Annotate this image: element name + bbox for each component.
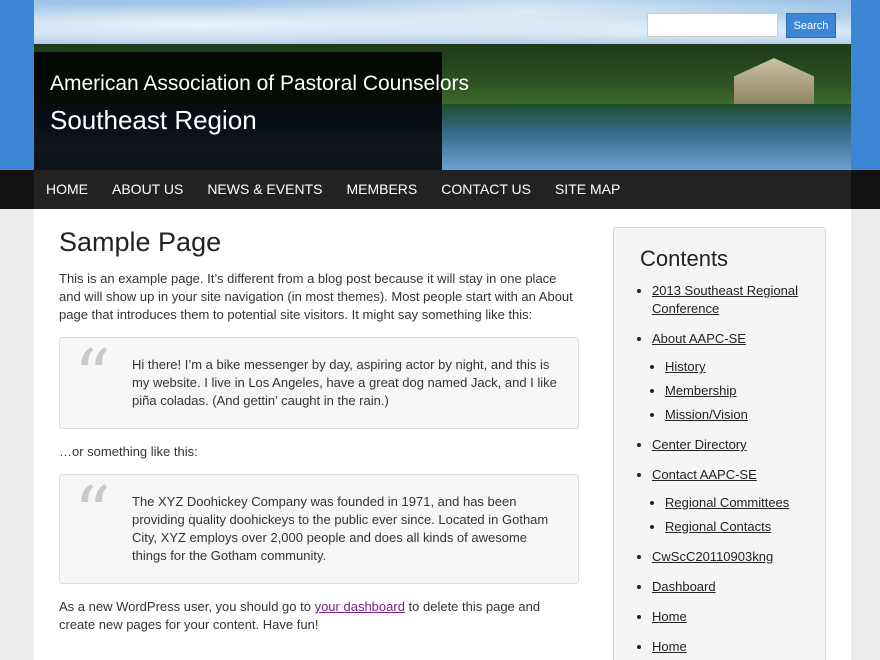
contents-sidebar: Contents 2013 Southeast Regional Confere… xyxy=(613,227,826,660)
sidebar-link[interactable]: 2013 Southeast Regional Conference xyxy=(652,283,798,316)
intro-paragraph: This is an example page. It’s different … xyxy=(59,271,573,322)
site-title[interactable]: American Association of Pastoral Counsel… xyxy=(50,72,469,96)
site-description: Southeast Region xyxy=(50,105,257,135)
list-item: Center Directory xyxy=(652,436,813,454)
nav-members[interactable]: MEMBERS xyxy=(334,170,429,209)
sidebar-link[interactable]: Contact AAPC-SE xyxy=(652,467,757,482)
list-item: Dashboard xyxy=(652,578,813,596)
quote-icon: “ xyxy=(74,334,111,418)
nav-about-us[interactable]: ABOUT US xyxy=(100,170,195,209)
sidebar-link[interactable]: Center Directory xyxy=(652,437,747,452)
contents-list: 2013 Southeast Regional Conference About… xyxy=(640,282,813,656)
list-item: Home xyxy=(652,638,813,656)
middle-paragraph: …or something like this: xyxy=(59,444,198,459)
main-area: Sample Page This is an example page. It’… xyxy=(34,209,851,660)
nav-site-map[interactable]: SITE MAP xyxy=(543,170,632,209)
nav-news-events[interactable]: NEWS & EVENTS xyxy=(195,170,334,209)
dashboard-link[interactable]: your dashboard xyxy=(315,599,405,614)
search-button[interactable]: Search xyxy=(786,13,836,38)
sidebar-title: Contents xyxy=(640,246,729,271)
nav-contact-us[interactable]: CONTACT US xyxy=(429,170,543,209)
search-input[interactable] xyxy=(647,13,778,37)
list-item: CwScC20110903kng xyxy=(652,548,813,566)
list-item: Contact AAPC-SE Regional Committees Regi… xyxy=(652,466,813,536)
sidebar-link[interactable]: Membership xyxy=(665,383,737,398)
sidebar-link[interactable]: About AAPC-SE xyxy=(652,331,746,346)
page-title: Sample Page xyxy=(59,227,222,257)
list-item: Regional Contacts xyxy=(665,518,813,536)
list-item: History xyxy=(665,358,813,376)
blockquote: “ Hi there! I’m a bike messenger by day,… xyxy=(59,337,579,429)
quote-text: The XYZ Doohickey Company was founded in… xyxy=(132,494,549,563)
list-item: About AAPC-SE History Membership Mission… xyxy=(652,330,813,424)
sidebar-link[interactable]: History xyxy=(665,359,705,374)
list-item: Home xyxy=(652,608,813,626)
quote-icon: “ xyxy=(74,471,111,555)
list-item: Regional Committees xyxy=(665,494,813,512)
sidebar-link[interactable]: Dashboard xyxy=(652,579,716,594)
list-item: Membership xyxy=(665,382,813,400)
sidebar-link[interactable]: Regional Contacts xyxy=(665,519,771,534)
quote-text: Hi there! I’m a bike messenger by day, a… xyxy=(132,357,557,408)
nav-home[interactable]: HOME xyxy=(34,170,100,209)
sidebar-link[interactable]: CwScC20110903kng xyxy=(652,549,773,564)
sub-list: Regional Committees Regional Contacts xyxy=(652,494,813,536)
page-content: Sample Page This is an example page. It’… xyxy=(59,227,579,634)
main-navigation: HOME ABOUT US NEWS & EVENTS MEMBERS CONT… xyxy=(0,170,880,209)
sub-list: History Membership Mission/Vision xyxy=(652,358,813,424)
outro-text: As a new WordPress user, you should go t… xyxy=(59,599,315,614)
sidebar-link[interactable]: Mission/Vision xyxy=(665,407,748,422)
header-lake-reflection xyxy=(442,104,851,170)
list-item: Mission/Vision xyxy=(665,406,813,424)
blockquote: “ The XYZ Doohickey Company was founded … xyxy=(59,474,579,584)
list-item: 2013 Southeast Regional Conference xyxy=(652,282,813,318)
sidebar-link[interactable]: Regional Committees xyxy=(665,495,789,510)
outro-paragraph: As a new WordPress user, you should go t… xyxy=(59,598,579,634)
sidebar-link[interactable]: Home xyxy=(652,639,687,654)
sidebar-link[interactable]: Home xyxy=(652,609,687,624)
